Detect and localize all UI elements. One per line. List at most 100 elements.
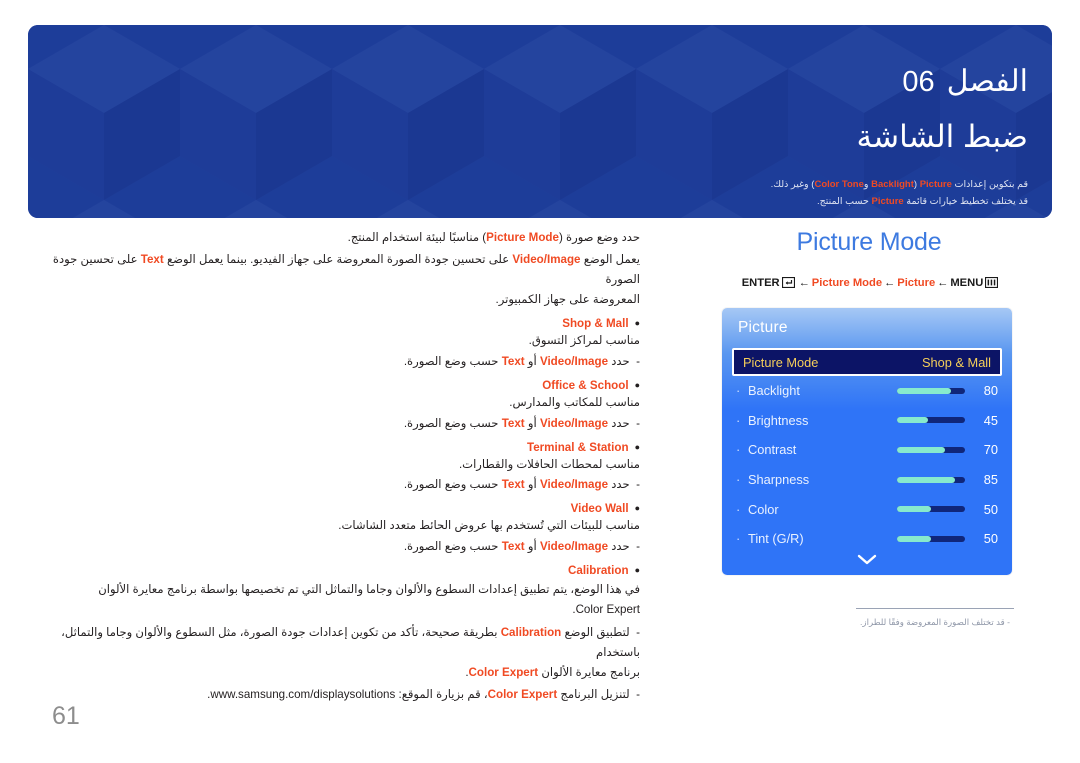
- nav-arrow-2: ←: [884, 277, 896, 289]
- osd-bullet-icon: ·: [736, 531, 741, 547]
- page-number: 61: [52, 702, 80, 730]
- osd-row-label: Contrast: [748, 442, 797, 458]
- osd-slider[interactable]: [897, 506, 965, 513]
- osd-slider[interactable]: [897, 387, 965, 394]
- osd-slider[interactable]: [897, 476, 965, 483]
- cal1-a: لتطبيق الوضع: [561, 626, 630, 640]
- menu-navigation-path: ENTER ← Picture Mode ← Picture ← MENU: [700, 276, 1052, 291]
- banner-note-line-2: قد يختلف تخطيط خيارات قائمة Picture حسب …: [771, 194, 1028, 211]
- mode-description: مناسب للمكاتب والمدارس.: [509, 395, 640, 409]
- mode-subnote: - حدد Video/Image أو Text حسب وضع الصورة…: [44, 475, 640, 495]
- mode-subnote: - حدد Video/Image أو Text حسب وضع الصورة…: [44, 414, 640, 434]
- bullet-dot-icon: ●: [634, 565, 640, 576]
- bullet-dot-icon: ●: [634, 503, 640, 514]
- mode-subnote: - حدد Video/Image أو Text حسب وضع الصورة…: [44, 537, 640, 557]
- osd-row-backlight[interactable]: · Backlight 80: [722, 376, 1012, 406]
- osd-row-sharpness[interactable]: · Sharpness 85: [722, 465, 1012, 495]
- panel-footnote: - قد تختلف الصورة المعروضة وفقًا للطراز.: [700, 608, 1040, 630]
- intro2-b: على تحسين جودة الصورة المعروضة على جهاز …: [163, 252, 513, 266]
- note2-term-picture: Picture: [871, 195, 904, 207]
- banner-content: الفصل 06 ضبط الشاشة قم بتكوين إعدادات Pic…: [28, 25, 1052, 218]
- chapter-label: الفصل: [946, 65, 1028, 98]
- page-title: Picture Mode: [796, 228, 942, 256]
- note2-pre: قد يختلف تخطيط خيارات قائمة: [903, 195, 1028, 207]
- sub-suffix: حسب وضع الصورة.: [403, 416, 502, 430]
- nav-menu-label: MENU: [950, 277, 984, 289]
- sub-term-text: Text: [501, 540, 525, 554]
- nav-arrow-3: ←: [937, 277, 949, 289]
- note1-term-backlight: Backlight: [871, 179, 914, 190]
- note2-post: حسب المنتج.: [817, 195, 872, 207]
- intro2-a: يعمل الوضع: [580, 252, 640, 266]
- mode-name: Calibration: [568, 564, 629, 578]
- chapter-number: 06: [902, 66, 935, 98]
- sub-or: أو: [524, 416, 540, 430]
- mode-name-row: ● Shop & Mall: [44, 317, 640, 330]
- osd-bullet-icon: ·: [736, 472, 741, 488]
- dash-marker: -: [636, 478, 640, 492]
- mode-description: مناسب لمحطات الحافلات والقطارات.: [458, 457, 640, 471]
- sub-or: أو: [524, 540, 540, 554]
- sub-term-videoimage: Video/Image: [539, 416, 609, 430]
- osd-slider-fill: [897, 446, 945, 453]
- osd-slider-fill: [897, 506, 931, 513]
- chevron-down-icon[interactable]: [722, 553, 1012, 566]
- osd-slider-fill: [897, 476, 955, 483]
- sub-or: أو: [524, 478, 540, 492]
- sub-prefix: حدد: [608, 416, 630, 430]
- note1-pre: قم بتكوين إعدادات: [951, 179, 1028, 190]
- osd-row-value: 70: [983, 442, 998, 458]
- intro1-term: Picture Mode: [486, 231, 559, 244]
- osd-row-picture-mode[interactable]: Picture Mode Shop & Mall: [732, 348, 1002, 376]
- osd-bullet-icon: ·: [736, 442, 741, 458]
- osd-row-contrast[interactable]: · Contrast 70: [722, 435, 1012, 465]
- osd-row-tint[interactable]: · Tint (G/R) 50: [722, 524, 1012, 554]
- intro1-b: ) مناسبًا لبيئة استخدام المنتج.: [347, 231, 487, 244]
- sub-prefix: حدد: [608, 540, 630, 554]
- nav-arrow-1: ←: [798, 277, 810, 289]
- osd-row-value: 45: [983, 412, 998, 428]
- osd-row-label: Backlight: [748, 383, 800, 399]
- intro2-term-text: Text: [140, 252, 164, 266]
- mode-item-terminal-station: ● Terminal & Station مناسب لمحطات الحافل…: [44, 441, 640, 496]
- cal2-url[interactable]: www.samsung.com/displaysolutions: [210, 688, 395, 701]
- osd-row-label: Brightness: [748, 412, 809, 428]
- osd-slider[interactable]: [897, 535, 965, 542]
- mode-description: مناسب للبيئات التي تُستخدم بها عروض الحا…: [338, 519, 640, 533]
- mode-name: Video Wall: [570, 502, 629, 516]
- sub-prefix: حدد: [608, 478, 630, 492]
- sub-suffix: حسب وضع الصورة.: [403, 540, 502, 554]
- mode-name: Office & School: [542, 378, 629, 392]
- sub-term-videoimage: Video/Image: [539, 478, 609, 492]
- note1-term-picture: Picture: [919, 179, 952, 190]
- footnote-text: - قد تختلف الصورة المعروضة وفقًا للطراز.: [860, 617, 1010, 627]
- osd-row-color[interactable]: · Color 50: [722, 494, 1012, 524]
- intro-paragraph-1: حدد وضع صورة (Picture Mode) مناسبًا لبيئ…: [44, 228, 640, 248]
- sub-or: أو: [524, 354, 540, 368]
- osd-row-label: Sharpness: [748, 472, 810, 488]
- dash-marker: -: [636, 416, 640, 430]
- calibration-description: في هذا الوضع، يتم تطبيق إعدادات السطوع و…: [44, 580, 640, 620]
- nav-step-picture: Picture: [897, 277, 936, 289]
- mode-name-row: ● Terminal & Station: [44, 441, 640, 454]
- osd-row-label: Picture Mode: [743, 354, 819, 370]
- banner-note-line-1: قم بتكوين إعدادات Picture (Backlight وCo…: [771, 177, 1028, 194]
- footnote-divider: [856, 608, 1014, 609]
- osd-bullet-icon: ·: [736, 383, 741, 399]
- osd-slider[interactable]: [897, 417, 965, 424]
- chapter-banner: الفصل 06 ضبط الشاشة قم بتكوين إعدادات Pic…: [28, 25, 1052, 218]
- osd-bullet-icon: ·: [736, 412, 741, 428]
- cal2-a: لتنزيل البرنامج: [557, 687, 630, 701]
- manual-page: الفصل 06 ضبط الشاشة قم بتكوين إعدادات Pic…: [0, 0, 1080, 763]
- osd-slider-fill: [897, 535, 931, 542]
- intro1-a: حدد وضع صورة (: [558, 231, 640, 244]
- nav-step-picture-mode: Picture Mode: [811, 277, 883, 289]
- mode-name: Terminal & Station: [526, 440, 629, 454]
- intro-paragraph-2: يعمل الوضع Video/Image على تحسين جودة ال…: [44, 250, 640, 310]
- mode-name: Shop & Mall: [562, 316, 629, 330]
- cal1-term-colorexpert: Color Expert: [468, 666, 539, 679]
- osd-slider[interactable]: [897, 446, 965, 453]
- osd-row-brightness[interactable]: · Brightness 45: [722, 406, 1012, 436]
- calibration-notes: - لتطبيق الوضع Calibration بطريقة صحيحة،…: [44, 623, 640, 705]
- osd-row-value: 85: [983, 472, 998, 488]
